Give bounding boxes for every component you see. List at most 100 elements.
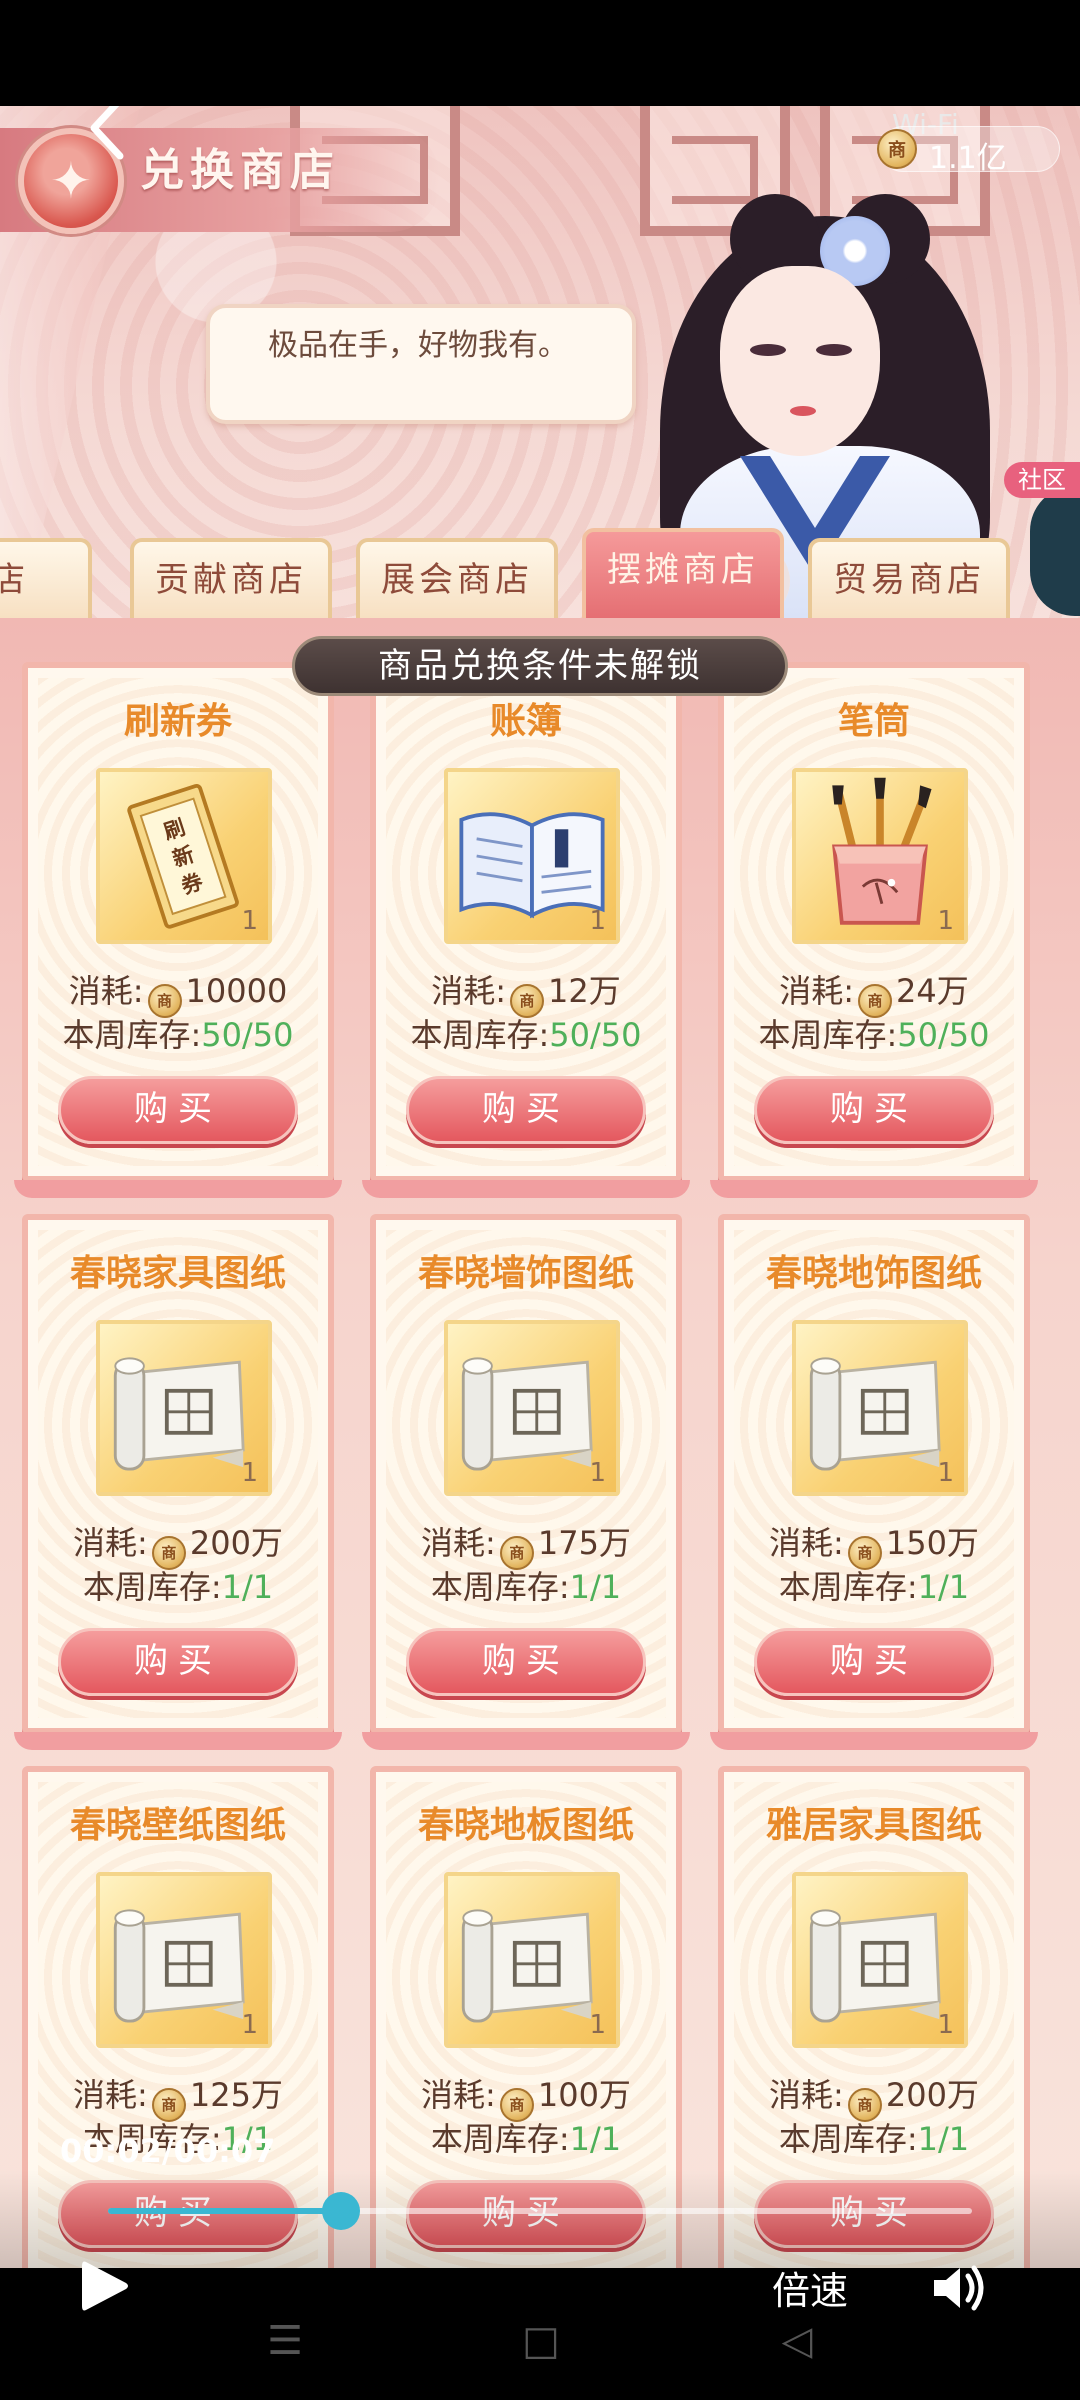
item-quantity: 1 [937, 2010, 954, 2040]
stock-label: 本周库存: [758, 1016, 898, 1054]
item-stock: 本周库存:50/50 [376, 1010, 676, 1056]
community-tab[interactable]: 社区 [1004, 462, 1080, 498]
item-quantity: 1 [589, 906, 606, 936]
cost-value: 100万 [537, 2076, 631, 2114]
item-name: 刷新券 [123, 701, 232, 742]
tab-exhibition-shop[interactable]: 展会商店 [356, 538, 558, 618]
item-icon-box[interactable]: 1 [444, 1872, 620, 2048]
tab-trade-shop[interactable]: 贸易商店 [808, 538, 1010, 618]
locked-banner: 商品兑换条件未解锁 [292, 636, 788, 696]
volume-icon [934, 2265, 984, 2311]
shop-item-card[interactable]: 春晓地饰图纸 1 消耗: 商 150万 本周库存:1/1 购买 [710, 1214, 1038, 1750]
item-quantity: 1 [937, 1458, 954, 1488]
item-icon-box[interactable]: 1 [444, 768, 620, 944]
nav-back-icon[interactable]: ◁ [772, 2316, 822, 2366]
cost-value: 24万 [896, 972, 969, 1010]
shop-item-card[interactable]: 笔筒 1 消耗: 商 24万 本周库存:50/50 购买 [710, 662, 1038, 1198]
speech-bubble: 极品在手，好物我有。 [206, 304, 636, 424]
item-icon-box[interactable]: 1 [792, 1320, 968, 1496]
item-stock: 本周库存:50/50 [724, 1010, 1024, 1056]
item-stock: 本周库存:1/1 [376, 1562, 676, 1608]
volume-button[interactable] [930, 2260, 990, 2316]
currency-value: 1.1亿 [929, 141, 1007, 176]
item-name: 春晓地饰图纸 [765, 1253, 982, 1294]
cost-label: 消耗: [769, 1524, 844, 1562]
cost-label: 消耗: [73, 1524, 148, 1562]
tab-shop[interactable]: 商店 [0, 538, 92, 618]
item-name: 账簿 [489, 701, 562, 742]
item-quantity: 1 [241, 2010, 258, 2040]
stock-label: 本周库存: [778, 2120, 918, 2158]
playback-speed-button[interactable]: 倍速 [772, 2260, 848, 2315]
shop-item-card[interactable]: 刷新券 刷新券 1 消耗: 商 10000 本周库存:50/50 购买 [14, 662, 342, 1198]
page-title: 兑换商店 [140, 145, 340, 196]
stock-label: 本周库存: [62, 1016, 202, 1054]
stock-label: 本周库存: [430, 1568, 570, 1606]
video-overlay [0, 2170, 1080, 2268]
buy-button[interactable]: 购买 [754, 1076, 994, 1144]
cost-label: 消耗: [421, 2076, 496, 2114]
stock-label: 本周库存: [82, 1568, 222, 1606]
item-name: 春晓壁纸图纸 [69, 1805, 286, 1846]
stock-label: 本周库存: [410, 1016, 550, 1054]
cost-label: 消耗: [779, 972, 855, 1010]
item-stock: 本周库存:50/50 [28, 1010, 328, 1056]
nav-home-icon[interactable]: □ [516, 2316, 566, 2366]
video-progress-track[interactable] [108, 2192, 972, 2230]
coin-icon: 商 [877, 129, 917, 169]
currency-display[interactable]: 商 1.1亿 [877, 126, 1060, 176]
cost-value: 200万 [885, 2076, 979, 2114]
cost-value: 175万 [537, 1524, 631, 1562]
video-progress-thumb[interactable] [322, 2192, 361, 2230]
nav-menu-icon[interactable]: ☰ [260, 2316, 310, 2366]
cost-value: 150万 [885, 1524, 979, 1562]
tab-contribution-shop[interactable]: 贡献商店 [130, 538, 332, 618]
item-icon-box[interactable]: 1 [444, 1320, 620, 1496]
chevron-left-icon [90, 106, 124, 160]
stock-value: 1/1 [569, 2120, 622, 2158]
item-quantity: 1 [937, 906, 954, 936]
cost-value: 200万 [189, 1524, 283, 1562]
item-name: 笔筒 [837, 701, 910, 742]
item-stock: 本周库存:1/1 [724, 1562, 1024, 1608]
stock-value: 1/1 [569, 1568, 622, 1606]
buy-button[interactable]: 购买 [58, 1076, 298, 1144]
cost-label: 消耗: [769, 2076, 844, 2114]
item-stock: 本周库存:1/1 [376, 2114, 676, 2160]
shop-tabs: 商店 贡献商店 展会商店 摆摊商店 贸易商店 [0, 528, 1080, 620]
tab-stall-shop[interactable]: 摆摊商店 [582, 528, 784, 618]
stock-value: 1/1 [221, 1568, 274, 1606]
stock-label: 本周库存: [430, 2120, 570, 2158]
item-icon-box[interactable]: 1 [792, 768, 968, 944]
play-button[interactable] [78, 2256, 132, 2316]
shop-item-card[interactable]: 账簿 1 消耗: 商 12万 本周库存:50/50 购买 [362, 662, 690, 1198]
item-quantity: 1 [589, 2010, 606, 2040]
buy-button[interactable]: 购买 [754, 1628, 994, 1696]
cost-label: 消耗: [431, 972, 507, 1010]
buy-button[interactable]: 购买 [406, 1628, 646, 1696]
back-button[interactable] [80, 106, 140, 168]
cost-value: 12万 [548, 972, 621, 1010]
cost-label: 消耗: [68, 972, 144, 1010]
item-icon-box[interactable]: 1 [96, 1320, 272, 1496]
item-stock: 本周库存:1/1 [724, 2114, 1024, 2160]
cost-label: 消耗: [421, 1524, 496, 1562]
buy-button[interactable]: 购买 [58, 1628, 298, 1696]
item-name: 春晓家具图纸 [69, 1253, 286, 1294]
stock-value: 50/50 [897, 1016, 990, 1054]
stock-label: 本周库存: [778, 1568, 918, 1606]
item-name: 春晓地板图纸 [417, 1805, 634, 1846]
shop-item-card[interactable]: 春晓家具图纸 1 消耗: 商 200万 本周库存:1/1 购买 [14, 1214, 342, 1750]
cost-value: 125万 [189, 2076, 283, 2114]
shop-item-card[interactable]: 春晓墙饰图纸 1 消耗: 商 175万 本周库存:1/1 购买 [362, 1214, 690, 1750]
cost-label: 消耗: [73, 2076, 148, 2114]
item-name: 春晓墙饰图纸 [417, 1253, 634, 1294]
item-name: 雅居家具图纸 [765, 1805, 982, 1846]
item-icon-box[interactable]: 1 [792, 1872, 968, 2048]
buy-button[interactable]: 购买 [406, 1076, 646, 1144]
item-icon-box[interactable]: 1 [96, 1872, 272, 2048]
speech-text: 极品在手，好物我有。 [268, 328, 568, 363]
cost-value: 10000 [185, 972, 288, 1010]
item-quantity: 1 [241, 1458, 258, 1488]
item-icon-box[interactable]: 刷新券 1 [96, 768, 272, 944]
